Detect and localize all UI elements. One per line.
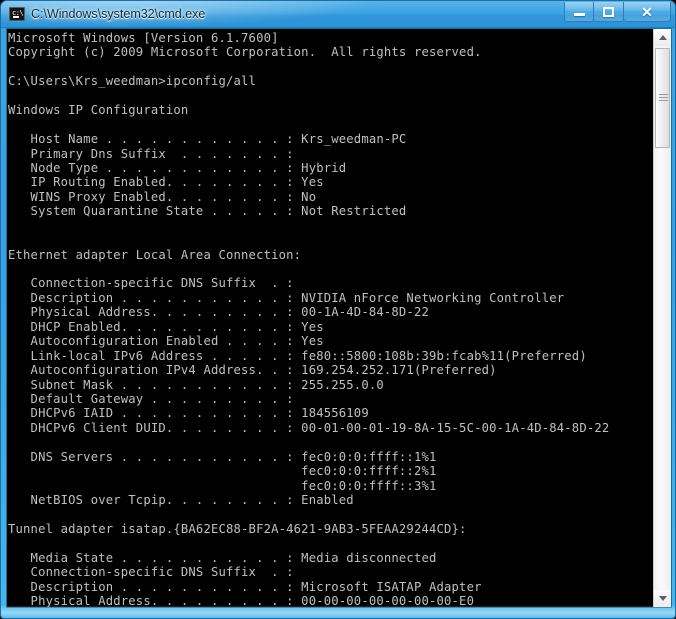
console-line: Ethernet adapter Local Area Connection: <box>8 247 302 262</box>
maximize-button[interactable] <box>594 2 624 22</box>
console-line: Physical Address. . . . . . . . . : 00-1… <box>8 305 429 320</box>
console-line: Subnet Mask . . . . . . . . . . . : 255.… <box>8 377 384 392</box>
titlebar-separator <box>1 27 675 28</box>
vertical-scrollbar[interactable] <box>653 29 671 607</box>
cmd-icon-cursor <box>13 16 19 18</box>
console-line: DHCPv6 IAID . . . . . . . . . . . : 1845… <box>8 406 369 421</box>
maximize-icon <box>603 6 614 17</box>
console-line: Physical Address. . . . . . . . . : 00-0… <box>8 594 475 607</box>
title-bar[interactable]: c:\ C:\Windows\system32\cmd.exe ✕ <box>1 1 675 28</box>
close-icon: ✕ <box>641 3 653 20</box>
console-line: Host Name . . . . . . . . . . . . : Krs_… <box>8 132 407 147</box>
console-line: Connection-specific DNS Suffix . : <box>8 276 294 291</box>
console-client-area[interactable]: Microsoft Windows [Version 6.1.7600] Copy… <box>7 29 671 607</box>
console-line: Description . . . . . . . . . . . : NVID… <box>8 290 565 305</box>
minimize-icon <box>573 13 585 16</box>
scrollbar-track[interactable] <box>655 148 670 589</box>
console-line: Node Type . . . . . . . . . . . . : Hybr… <box>8 160 347 175</box>
triangle-down-icon <box>658 596 667 601</box>
console-line: fec0:0:0:ffff::2%1 <box>8 464 437 479</box>
console-line: NetBIOS over Tcpip. . . . . . . . : Enab… <box>8 493 354 507</box>
console-line: WINS Proxy Enabled. . . . . . . . : No <box>8 189 317 204</box>
console-line: Default Gateway . . . . . . . . . : <box>8 391 294 406</box>
console-line: Autoconfiguration Enabled . . . . : Yes <box>8 334 324 349</box>
console-line: Windows IP Configuration <box>8 103 189 118</box>
window-title: C:\Windows\system32\cmd.exe <box>31 7 206 21</box>
close-button[interactable]: ✕ <box>624 2 671 22</box>
scroll-down-arrow-icon[interactable] <box>654 590 671 607</box>
console-line: Link-local IPv6 Address . . . . . : fe80… <box>8 348 587 363</box>
scrollbar-thumb[interactable] <box>655 48 670 148</box>
console-line: DNS Servers . . . . . . . . . . . : fec0… <box>8 449 437 464</box>
console-line: System Quarantine State . . . . . : Not … <box>8 204 407 219</box>
console-line: IP Routing Enabled. . . . . . . . : Yes <box>8 175 324 190</box>
cmd-window: c:\ C:\Windows\system32\cmd.exe ✕ Micros… <box>0 0 676 619</box>
scrollbar-grip-icon <box>659 94 668 101</box>
console-line: Autoconfiguration IPv4 Address. . : 169.… <box>8 363 497 378</box>
console-output: Microsoft Windows [Version 6.1.7600] Copy… <box>8 31 648 607</box>
console-line: C:\Users\Krs_weedman>ipconfig/all <box>8 74 257 89</box>
scroll-up-arrow-icon[interactable] <box>654 29 671 46</box>
triangle-up-icon <box>658 35 667 40</box>
console-line: DHCPv6 Client DUID. . . . . . . . : 00-0… <box>8 420 610 435</box>
minimize-button[interactable] <box>564 2 594 22</box>
frame-bottom-highlight <box>1 606 675 618</box>
cmd-console-icon: c:\ <box>9 7 25 21</box>
console-line: Connection-specific DNS Suffix . : <box>8 565 294 580</box>
console-line: Description . . . . . . . . . . . : Micr… <box>8 579 482 594</box>
console-line: Media State . . . . . . . . . . . : Medi… <box>8 550 437 565</box>
console-line: fec0:0:0:ffff::3%1 <box>8 478 437 493</box>
console-line: DHCP Enabled. . . . . . . . . . . : Yes <box>8 319 324 334</box>
console-line: Microsoft Windows [Version 6.1.7600] <box>8 31 279 45</box>
console-line: Tunnel adapter isatap.{BA62EC88-BF2A-462… <box>8 521 467 536</box>
console-line: Primary Dns Suffix . . . . . . . : <box>8 146 294 161</box>
console-line: Copyright (c) 2009 Microsoft Corporation… <box>8 45 482 60</box>
